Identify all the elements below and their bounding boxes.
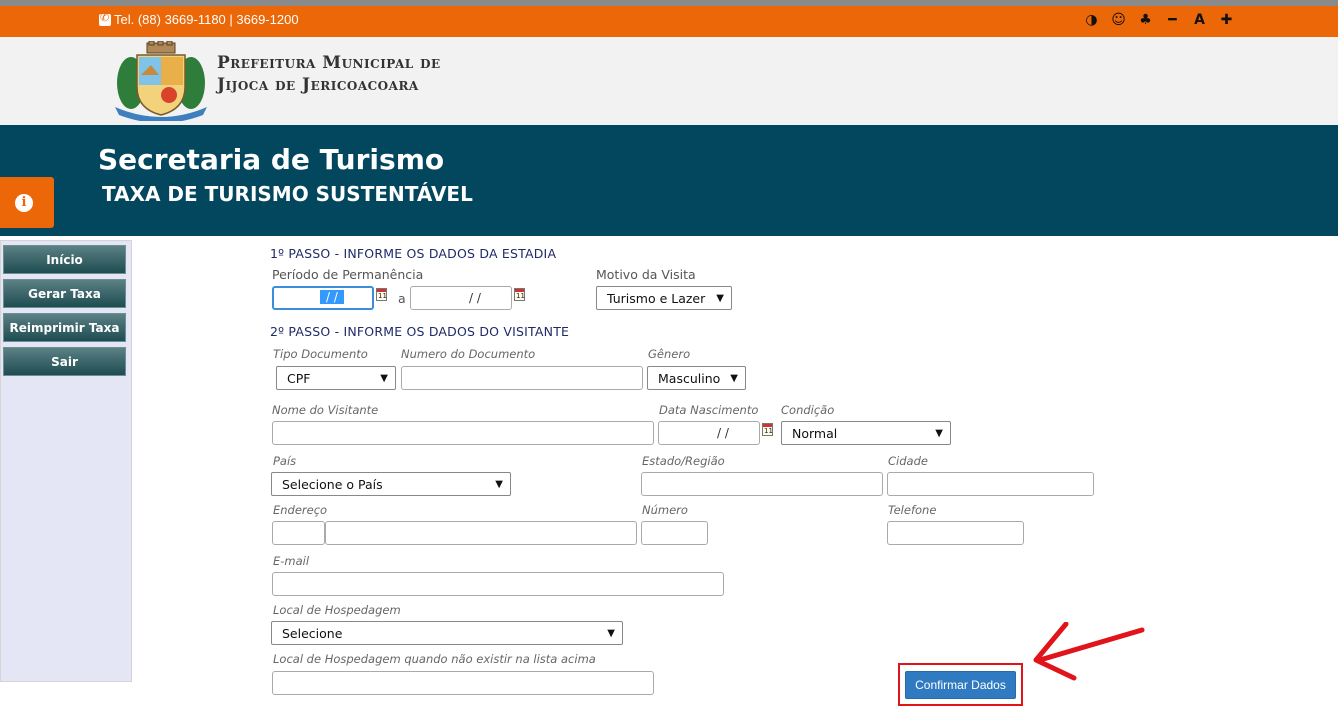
numero-label: Número — [642, 503, 688, 517]
hosp-alt-label: Local de Hospedagem quando não existir n… — [273, 652, 596, 666]
condicao-value: Normal — [792, 426, 838, 441]
calendar-icon[interactable]: 11 — [762, 423, 773, 436]
chevron-down-icon: ▼ — [730, 373, 738, 384]
contrast-icon[interactable]: ◑ — [1078, 9, 1105, 31]
sidebar-item-sair[interactable]: Sair — [3, 347, 126, 376]
sidebar-item-reimprimir-taxa[interactable]: Reimprimir Taxa — [3, 313, 126, 342]
genero-label: Gênero — [648, 347, 691, 361]
calendar-icon[interactable]: 11 — [376, 288, 387, 301]
calendar-day: 11 — [764, 427, 773, 435]
calendar-day: 11 — [378, 292, 387, 300]
red-arrow-annotation — [1033, 622, 1145, 681]
chevron-down-icon: ▼ — [607, 628, 615, 639]
step1-title: 1º PASSO - INFORME OS DADOS DA ESTADIA — [270, 246, 557, 261]
nasc-mask: / / — [717, 426, 729, 440]
endereco-type-input[interactable] — [272, 521, 325, 545]
nasc-label: Data Nascimento — [659, 403, 759, 417]
libras-icon[interactable]: ☺ — [1105, 9, 1132, 31]
nome-input[interactable] — [272, 421, 654, 445]
date-from-mask: / / — [320, 290, 344, 304]
pais-select[interactable]: Selecione o País ▼ — [271, 472, 511, 496]
accessibility-toolbar: ◑ ☺ ♣ ━ A ✚ — [1078, 9, 1240, 31]
info-icon: i — [15, 194, 33, 212]
nasc-input[interactable]: / / — [658, 421, 760, 445]
num-doc-label: Numero do Documento — [401, 347, 536, 361]
prefeitura-logo-text: Prefeitura Municipal de Jijoca de Jerico… — [217, 52, 441, 96]
hospedagem-select[interactable]: Selecione ▼ — [271, 621, 623, 645]
calendar-day: 11 — [516, 292, 525, 300]
sidebar-item-inicio[interactable]: Início — [3, 245, 126, 274]
hospedagem-value: Selecione — [282, 626, 343, 641]
confirm-highlight-box: Confirmar Dados — [898, 663, 1023, 706]
genero-value: Masculino — [658, 371, 721, 386]
pais-value: Selecione o País — [282, 477, 383, 492]
estado-input[interactable] — [641, 472, 883, 496]
top-contact-bar: Tel. (88) 3669-1180 | 3669-1200 ◑ ☺ ♣ ━ … — [0, 6, 1338, 37]
phone-icon — [99, 11, 111, 26]
tipo-doc-select[interactable]: CPF ▼ — [276, 366, 396, 390]
estado-label: Estado/Região — [642, 454, 725, 468]
chevron-down-icon: ▼ — [495, 479, 503, 490]
chevron-down-icon: ▼ — [935, 428, 943, 439]
condicao-label: Condição — [781, 403, 835, 417]
hosp-label: Local de Hospedagem — [273, 603, 401, 617]
genero-select[interactable]: Masculino ▼ — [647, 366, 746, 390]
endereco-label: Endereço — [273, 503, 328, 517]
calendar-icon[interactable]: 11 — [514, 288, 525, 301]
telefone-input[interactable] — [887, 521, 1024, 545]
page-subtitle: TAXA DE TURISMO SUSTENTÁVEL — [102, 182, 473, 206]
telefone-label: Telefone — [888, 503, 937, 517]
sidebar-menu: Início Gerar Taxa Reimprimir Taxa Sair — [0, 240, 132, 682]
confirm-button[interactable]: Confirmar Dados — [905, 671, 1016, 699]
phone-text: Tel. (88) 3669-1180 | 3669-1200 — [114, 12, 299, 27]
date-to-input[interactable]: / / — [410, 286, 512, 310]
font-decrease-icon[interactable]: ━ — [1159, 9, 1186, 31]
tipo-doc-value: CPF — [287, 371, 311, 386]
step2-title: 2º PASSO - INFORME OS DADOS DO VISITANTE — [270, 324, 570, 339]
logo-line-2: Jijoca de Jericoacoara — [217, 75, 419, 95]
font-increase-icon[interactable]: ✚ — [1213, 9, 1240, 31]
logo-bar: Prefeitura Municipal de Jijoca de Jerico… — [0, 37, 1338, 125]
sidebar-item-gerar-taxa[interactable]: Gerar Taxa — [3, 279, 126, 308]
page-title: Secretaria de Turismo — [98, 143, 445, 176]
chevron-down-icon: ▼ — [380, 373, 388, 384]
chevron-down-icon: ▼ — [716, 293, 724, 304]
condicao-select[interactable]: Normal ▼ — [781, 421, 951, 445]
motivo-select[interactable]: Turismo e Lazer ▼ — [596, 286, 732, 310]
hosp-alt-input[interactable] — [272, 671, 654, 695]
date-from-input[interactable]: / / — [272, 286, 374, 310]
motivo-label: Motivo da Visita — [596, 267, 696, 282]
email-input[interactable] — [272, 572, 724, 596]
date-to-mask: / / — [469, 291, 481, 305]
phone-info: Tel. (88) 3669-1180 | 3669-1200 — [99, 11, 299, 27]
tipo-doc-label: Tipo Documento — [273, 347, 368, 361]
cidade-label: Cidade — [888, 454, 928, 468]
periodo-label: Período de Permanência — [272, 267, 424, 282]
pais-label: País — [273, 454, 297, 468]
sitemap-icon[interactable]: ♣ — [1132, 9, 1159, 31]
email-label: E-mail — [273, 554, 310, 568]
numero-input[interactable] — [641, 521, 708, 545]
municipal-crest-logo[interactable] — [113, 41, 209, 121]
num-doc-input[interactable] — [401, 366, 643, 390]
info-button[interactable]: i — [0, 177, 54, 228]
cidade-input[interactable] — [887, 472, 1094, 496]
font-default-icon[interactable]: A — [1186, 9, 1213, 31]
motivo-value: Turismo e Lazer — [607, 291, 706, 306]
logo-line-1: Prefeitura Municipal de — [217, 53, 441, 73]
date-separator: a — [398, 291, 406, 306]
page-banner: Secretaria de Turismo TAXA DE TURISMO SU… — [0, 125, 1338, 236]
nome-label: Nome do Visitante — [272, 403, 379, 417]
endereco-input[interactable] — [325, 521, 637, 545]
